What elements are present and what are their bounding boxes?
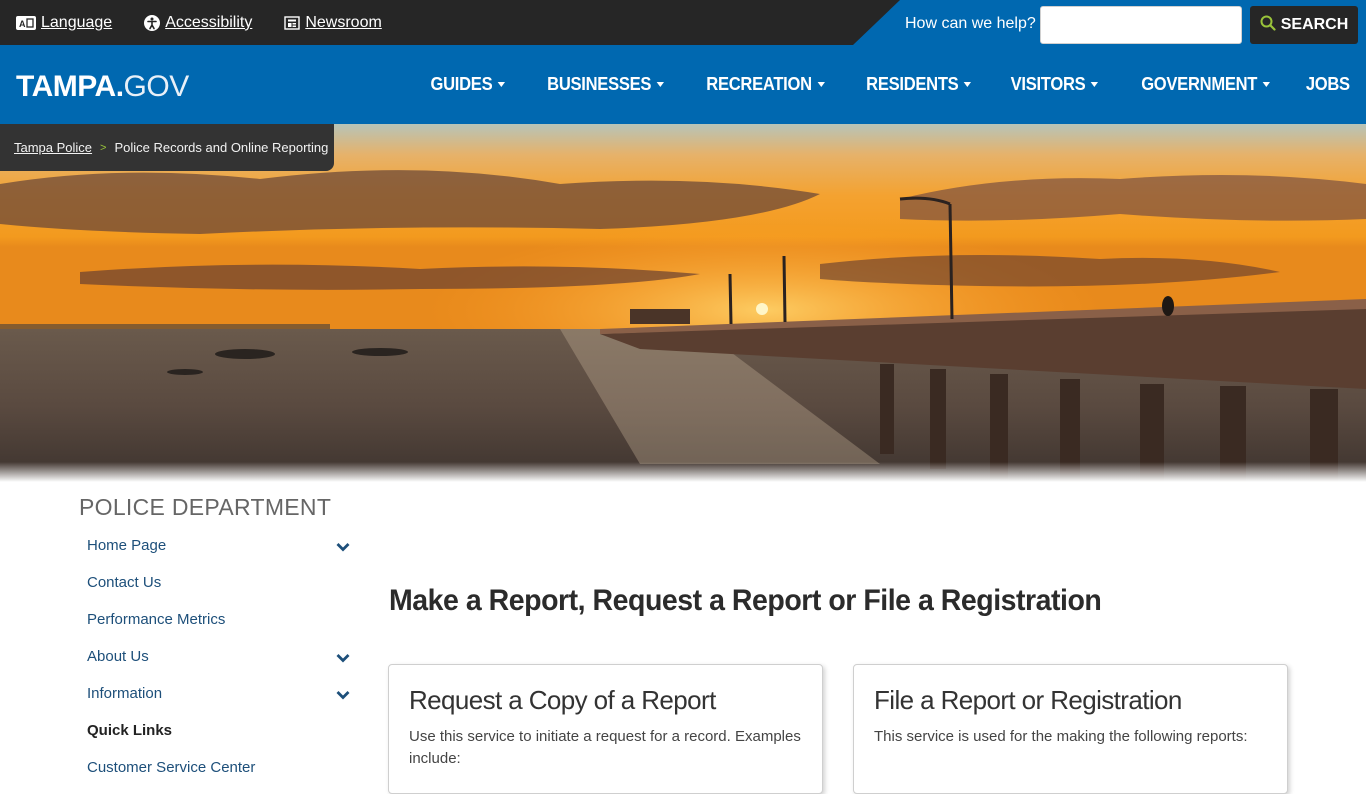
sidebar-item-label: Information bbox=[87, 685, 163, 702]
logo-thin: GOV bbox=[123, 70, 190, 103]
search-input[interactable] bbox=[1040, 6, 1242, 44]
language-link[interactable]: A Language bbox=[16, 14, 112, 32]
breadcrumb-current: Police Records and Online Reporting bbox=[114, 140, 329, 155]
chevron-down-icon[interactable] bbox=[336, 539, 350, 556]
newsroom-icon bbox=[284, 15, 301, 30]
nav-label: VISITORS bbox=[1010, 74, 1086, 94]
card-file-report[interactable]: File a Report or Registration This servi… bbox=[853, 664, 1288, 794]
utility-links: A Language Accessibility Newsroom bbox=[16, 0, 382, 45]
newsroom-link[interactable]: Newsroom bbox=[284, 13, 382, 32]
nav-government[interactable]: GOVERNMENT bbox=[1141, 74, 1271, 95]
chevron-down-icon[interactable] bbox=[336, 650, 350, 667]
svg-text:A: A bbox=[19, 19, 26, 29]
sidebar-title: POLICE DEPARTMENT bbox=[79, 494, 332, 520]
sidebar-heading-quick-links: Quick Links bbox=[79, 712, 359, 749]
nav-label: RECREATION bbox=[706, 74, 812, 94]
page-title: Make a Report, Request a Report or File … bbox=[389, 584, 1102, 617]
accessibility-icon bbox=[144, 14, 161, 31]
sidebar-nav: Home Page Contact Us Performance Metrics… bbox=[79, 527, 359, 786]
sidebar-item-label: About Us bbox=[87, 648, 149, 665]
caret-down-icon bbox=[656, 82, 664, 87]
caret-down-icon bbox=[1262, 82, 1271, 87]
card-text: This service is used for the making the … bbox=[874, 728, 1248, 745]
nav-label: GUIDES bbox=[430, 74, 492, 94]
logo-bold: TAMPA. bbox=[16, 70, 124, 103]
sidebar-item-home-page[interactable]: Home Page bbox=[79, 527, 359, 564]
breadcrumb-separator: > bbox=[100, 141, 107, 154]
language-icon: A bbox=[16, 15, 36, 30]
hero-image bbox=[0, 124, 1366, 482]
sidebar-heading-label: Quick Links bbox=[87, 722, 173, 739]
breadcrumb: Tampa Police > Police Records and Online… bbox=[0, 124, 334, 171]
nav-label: GOVERNMENT bbox=[1141, 74, 1258, 94]
caret-down-icon bbox=[817, 82, 825, 87]
utility-bar: A Language Accessibility Newsroom How ca… bbox=[0, 0, 1366, 45]
accessibility-link[interactable]: Accessibility bbox=[144, 14, 252, 32]
search-button[interactable]: SEARCH bbox=[1250, 6, 1358, 44]
caret-down-icon bbox=[1090, 82, 1099, 87]
nav-businesses[interactable]: BUSINESSES bbox=[547, 74, 664, 95]
nav-menu: GUIDES BUSINESSES RECREATION RESIDENTS V… bbox=[424, 45, 1350, 124]
card-request-copy[interactable]: Request a Copy of a Report Use this serv… bbox=[388, 664, 823, 794]
nav-residents[interactable]: RESIDENTS bbox=[866, 74, 971, 95]
help-label: How can we help? bbox=[905, 15, 1036, 32]
sidebar-item-performance-metrics[interactable]: Performance Metrics bbox=[79, 601, 359, 638]
caret-down-icon bbox=[963, 82, 971, 87]
nav-label: RESIDENTS bbox=[865, 74, 959, 94]
card-text: Use this service to initiate a request f… bbox=[409, 728, 801, 767]
accessibility-label: Accessibility bbox=[165, 13, 253, 31]
sidebar-item-label: Contact Us bbox=[87, 574, 162, 591]
nav-label: JOBS bbox=[1305, 74, 1350, 94]
nav-label: BUSINESSES bbox=[546, 74, 651, 94]
nav-jobs[interactable]: JOBS bbox=[1306, 74, 1350, 95]
sidebar-item-label: Home Page bbox=[87, 537, 167, 554]
card-title[interactable]: File a Report or Registration bbox=[874, 685, 1267, 716]
sidebar-item-label: Performance Metrics bbox=[87, 611, 226, 628]
site-logo[interactable]: TAMPA.GOV bbox=[16, 70, 189, 104]
card-title[interactable]: Request a Copy of a Report bbox=[409, 685, 802, 716]
search-button-label: SEARCH bbox=[1280, 16, 1349, 33]
chevron-down-icon[interactable] bbox=[336, 687, 350, 704]
sidebar-item-about-us[interactable]: About Us bbox=[79, 638, 359, 675]
nav-visitors[interactable]: VISITORS bbox=[1010, 74, 1099, 95]
sidebar-item-contact-us[interactable]: Contact Us bbox=[79, 564, 359, 601]
caret-down-icon bbox=[497, 82, 505, 87]
sidebar-item-information[interactable]: Information bbox=[79, 675, 359, 712]
breadcrumb-tampa-police[interactable]: Tampa Police bbox=[14, 140, 92, 155]
main-nav: TAMPA.GOV GUIDES BUSINESSES RECREATION R… bbox=[0, 45, 1366, 124]
newsroom-label: Newsroom bbox=[305, 13, 382, 31]
nav-guides[interactable]: GUIDES bbox=[430, 74, 505, 95]
search-icon bbox=[1260, 15, 1276, 36]
nav-recreation[interactable]: RECREATION bbox=[706, 74, 825, 95]
language-label: Language bbox=[41, 13, 113, 31]
